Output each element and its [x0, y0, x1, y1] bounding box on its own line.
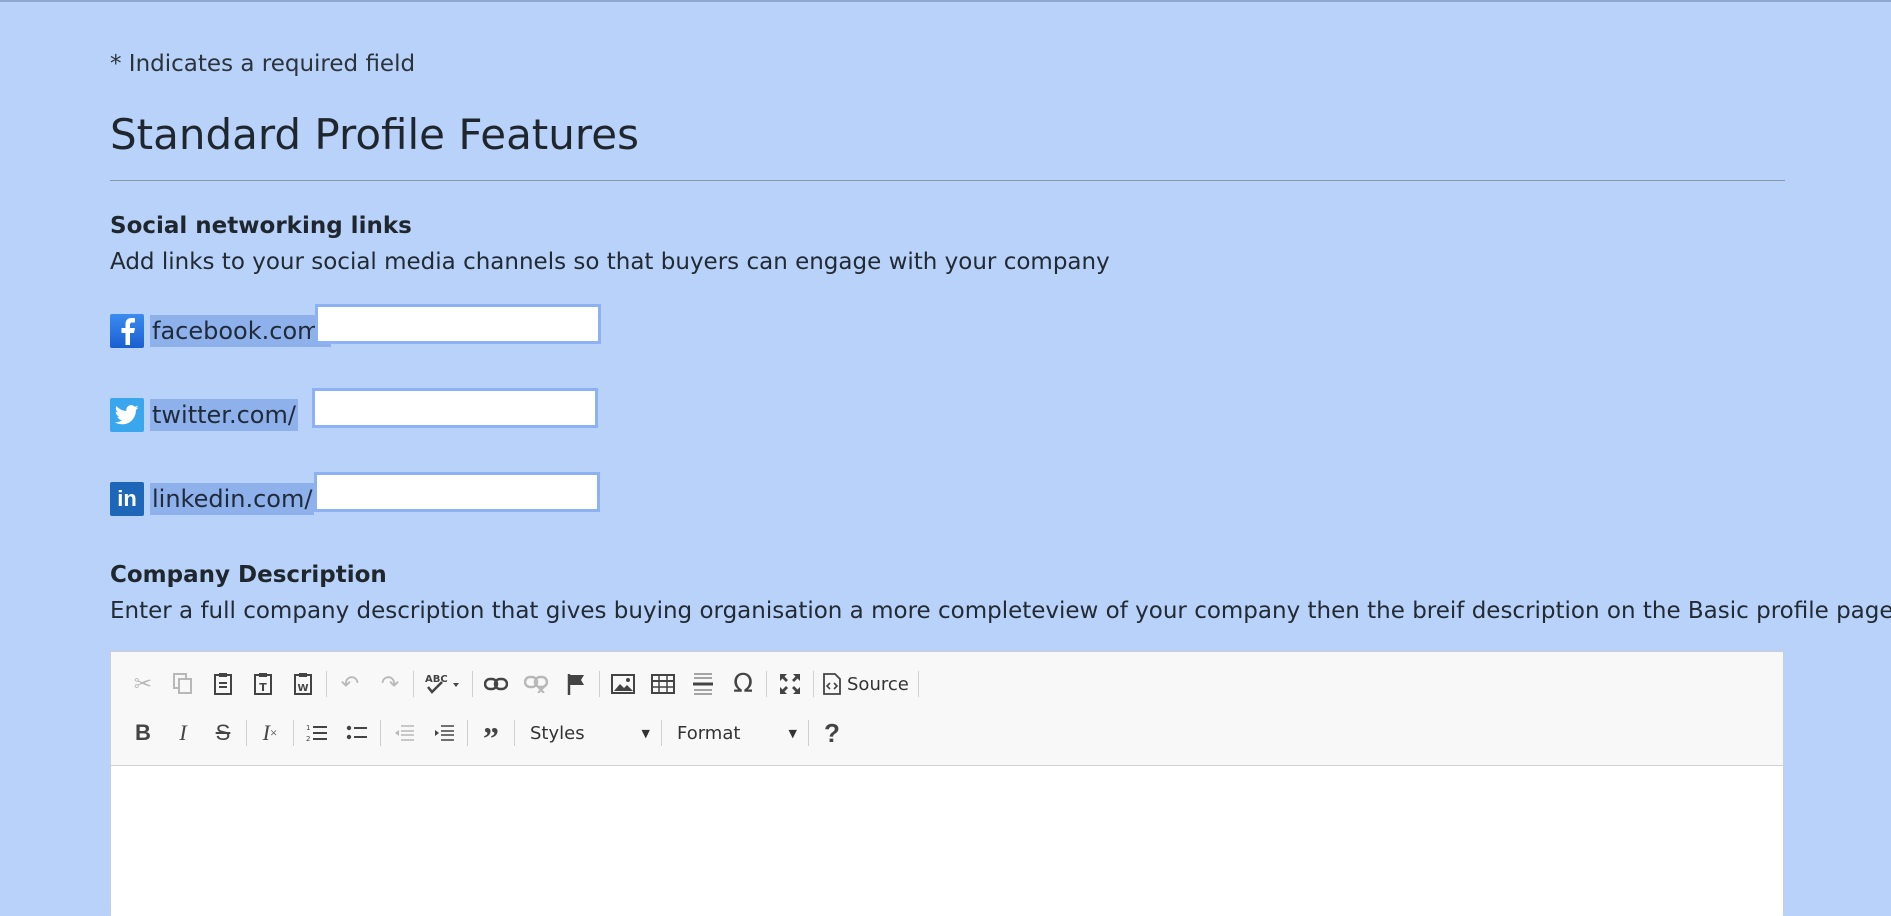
toolbar-separator [326, 671, 327, 697]
source-button-label: Source [847, 673, 909, 695]
chevron-down-icon: ▼ [641, 726, 650, 740]
facebook-handle-input[interactable] [315, 304, 601, 344]
format-dropdown[interactable]: Format ▼ [665, 716, 805, 750]
numbered-list-icon[interactable]: 12 [297, 716, 337, 750]
image-icon[interactable] [603, 667, 643, 701]
company-description-help: Enter a full company description that gi… [110, 598, 1891, 624]
toolbar-separator [808, 720, 809, 746]
toolbar-separator [246, 720, 247, 746]
twitter-handle-input[interactable] [312, 388, 598, 428]
toolbar-separator [293, 720, 294, 746]
svg-text:1: 1 [306, 724, 310, 732]
undo-icon[interactable]: ↶ [330, 667, 370, 701]
styles-dropdown[interactable]: Styles ▼ [518, 716, 658, 750]
twitter-prefix-label: twitter.com/ [150, 399, 298, 431]
facebook-prefix-label: facebook.com/ [150, 315, 331, 347]
social-row-linkedin: in linkedin.com/ [110, 475, 315, 523]
linkedin-icon: in [110, 482, 144, 516]
unlink-icon[interactable] [516, 667, 556, 701]
svg-text:ABC: ABC [425, 674, 448, 685]
svg-text:2: 2 [306, 735, 310, 743]
toolbar-separator [766, 671, 767, 697]
toolbar-separator [917, 671, 919, 697]
styles-dropdown-label: Styles [530, 722, 585, 744]
paste-from-word-icon[interactable]: W [283, 667, 323, 701]
maximize-icon[interactable] [770, 667, 810, 701]
editor-toolbar: ✂ T W ↶ ↷ ABC Ω Source B I S I × 1 2 ” S… [111, 652, 1783, 766]
company-description-editor: ✂ T W ↶ ↷ ABC Ω Source B I S I × 1 2 ” S… [110, 651, 1784, 916]
twitter-icon [110, 398, 144, 432]
link-icon[interactable] [476, 667, 516, 701]
table-icon[interactable] [643, 667, 683, 701]
linkedin-handle-input[interactable] [314, 472, 600, 512]
help-icon[interactable]: ? [812, 716, 852, 750]
svg-text:T: T [259, 681, 267, 694]
social-links-description: Add links to your social media channels … [110, 249, 1110, 275]
toolbar-row-2: B I S I × 12 ” Styles ▼ Format ▼ ? [123, 711, 852, 756]
toolbar-separator [380, 720, 381, 746]
toolbar-separator [813, 671, 814, 697]
editor-content-area[interactable] [111, 766, 1783, 916]
italic-icon[interactable]: I [163, 716, 203, 750]
section-divider [110, 180, 1785, 181]
paste-icon[interactable] [203, 667, 243, 701]
horizontal-line-icon[interactable] [683, 667, 723, 701]
toolbar-separator [514, 720, 515, 746]
cut-icon[interactable]: ✂ [123, 667, 163, 701]
bulleted-list-icon[interactable] [337, 716, 377, 750]
paste-text-icon[interactable]: T [243, 667, 283, 701]
toolbar-separator [661, 720, 662, 746]
toolbar-separator [413, 671, 414, 697]
anchor-flag-icon[interactable] [556, 667, 596, 701]
decrease-indent-icon[interactable] [384, 716, 424, 750]
facebook-icon [110, 314, 144, 348]
special-character-icon[interactable]: Ω [723, 667, 763, 701]
social-links-heading: Social networking links [110, 213, 412, 239]
redo-icon[interactable]: ↷ [370, 667, 410, 701]
strikethrough-icon[interactable]: S [203, 716, 243, 750]
copy-icon[interactable] [163, 667, 203, 701]
page-title: Standard Profile Features [110, 110, 639, 159]
chevron-down-icon: ▼ [788, 726, 797, 740]
linkedin-prefix-label: linkedin.com/ [150, 483, 315, 515]
toolbar-separator [599, 671, 600, 697]
remove-format-icon[interactable]: I × [250, 716, 290, 750]
source-button[interactable]: Source [817, 667, 915, 701]
spellcheck-icon[interactable]: ABC [417, 667, 469, 701]
blockquote-icon[interactable]: ” [471, 711, 511, 756]
toolbar-separator [467, 720, 468, 746]
toolbar-row-1: ✂ T W ↶ ↷ ABC Ω Source [123, 664, 922, 704]
social-row-twitter: twitter.com/ [110, 391, 298, 439]
increase-indent-icon[interactable] [424, 716, 464, 750]
bold-icon[interactable]: B [123, 716, 163, 750]
svg-text:W: W [297, 683, 308, 694]
toolbar-separator [472, 671, 473, 697]
social-row-facebook: facebook.com/ [110, 307, 331, 355]
company-description-heading: Company Description [110, 562, 387, 588]
format-dropdown-label: Format [677, 722, 741, 744]
required-field-note: * Indicates a required field [110, 51, 416, 77]
